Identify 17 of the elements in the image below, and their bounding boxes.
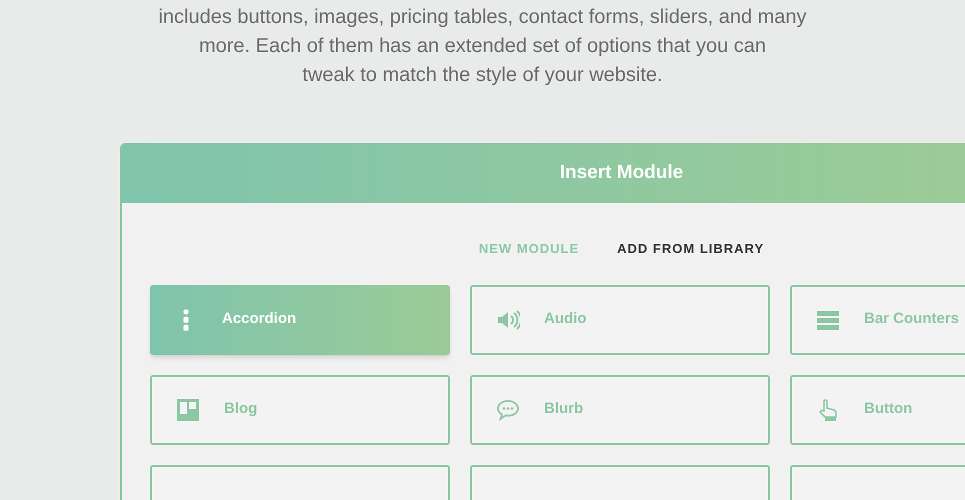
pointing-hand-icon bbox=[816, 398, 840, 422]
module-card[interactable]: Blurb bbox=[470, 374, 770, 444]
modal-title: Insert Module bbox=[560, 160, 684, 185]
module-card[interactable]: Button bbox=[790, 374, 965, 444]
module-card[interactable]: Audio bbox=[470, 284, 770, 354]
vertical-dots-icon bbox=[183, 308, 189, 332]
speech-bubble-icon bbox=[496, 398, 520, 422]
module-card[interactable]: Accordion bbox=[150, 284, 450, 354]
layout-icon bbox=[176, 398, 200, 422]
intro-text-line: tweak to match the style of your website. bbox=[302, 63, 663, 88]
speaker-icon bbox=[496, 308, 520, 332]
intro-text-line: more. Each of them has an extended set of options that you can bbox=[198, 34, 766, 59]
intro-text-line: includes buttons, images, pricing tables, contact forms, sliders, and many bbox=[158, 5, 807, 30]
module-card[interactable]: Blog bbox=[150, 374, 450, 444]
tab[interactable]: ADD FROM LIBRARY bbox=[617, 239, 764, 258]
module-card[interactable]: Bar Counters bbox=[790, 284, 965, 354]
tab[interactable]: NEW MODULE bbox=[478, 239, 580, 258]
